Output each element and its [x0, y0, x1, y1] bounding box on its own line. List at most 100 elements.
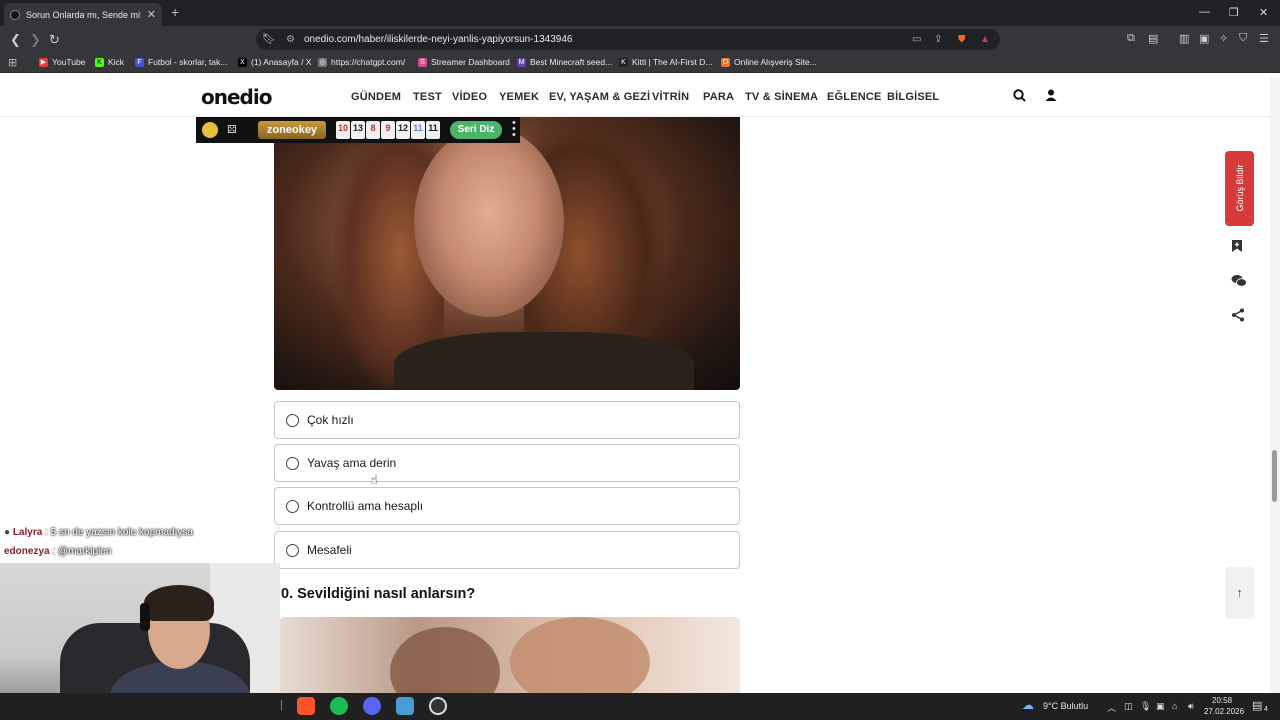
vpn-icon[interactable]: ⛉	[1239, 32, 1247, 45]
radio-icon[interactable]	[286, 499, 299, 513]
nav-test[interactable]: TEST	[413, 91, 442, 103]
share-icon[interactable]	[1231, 308, 1245, 325]
radio-icon[interactable]	[286, 413, 299, 427]
extensions-icon[interactable]: ⧉	[1127, 32, 1135, 45]
bookmark-page-icon[interactable]: 🔖︎	[262, 29, 276, 50]
nav-gundem[interactable]: GÜNDEM	[351, 91, 401, 103]
okey-tile: 12	[396, 121, 410, 139]
chat-message: edonezya : @markiplen	[4, 546, 111, 557]
network-icon[interactable]: ⌂	[1172, 701, 1177, 711]
answer-option[interactable]: Mesafeli	[274, 531, 740, 569]
obs-taskbar-icon[interactable]	[429, 697, 447, 715]
scrollbar-thumb[interactable]	[1272, 450, 1277, 502]
leo-ai-icon[interactable]: ✧	[1219, 32, 1228, 45]
bookmark-kick[interactable]: K Kick	[95, 57, 124, 67]
nav-para[interactable]: PARA	[703, 91, 734, 103]
address-bar[interactable]: 🔖︎ ⚙ onedio.com/haber/iliskilerde-neyi-y…	[256, 29, 1000, 50]
clock-date[interactable]: 27.02.2026	[1204, 707, 1244, 716]
new-tab-button[interactable]: +	[171, 4, 179, 20]
brave-shields-icon[interactable]: ⛊	[958, 29, 966, 50]
radio-icon[interactable]	[286, 456, 299, 470]
bookmark-add-icon[interactable]	[1231, 239, 1243, 256]
okey-tile: 10	[336, 121, 350, 139]
sidebar-icon[interactable]: ▥	[1179, 32, 1189, 45]
bookmark-x[interactable]: X (1) Anasayfa / X	[238, 57, 311, 67]
share-icon[interactable]: ⇪	[934, 29, 942, 50]
bookmark-chatgpt[interactable]: ◎ https://chatgpt.com/	[318, 57, 405, 67]
seri-diz-button[interactable]: Seri Diz	[450, 121, 502, 139]
nav-tv-sinema[interactable]: TV & SİNEMA	[745, 91, 818, 103]
feedback-label: Görüş Bildir	[1235, 164, 1245, 212]
chat-badge-icon: ●	[4, 527, 11, 538]
zoneokey-overlay: ⚄ zoneokey 10 13 8 9 12 11 11 Seri Diz •…	[196, 117, 520, 143]
search-icon[interactable]	[1013, 89, 1026, 105]
answer-option[interactable]: Kontrollü ama hesaplı	[274, 487, 740, 525]
nav-vitrin[interactable]: VİTRİN	[652, 91, 689, 103]
volume-icon[interactable]: 🔊︎	[1188, 701, 1194, 712]
tray-app-icon[interactable]: ◫	[1124, 701, 1133, 712]
reading-list-icon[interactable]: ▤	[1148, 32, 1158, 45]
answer-option[interactable]: Çok hızlı	[274, 401, 740, 439]
tray-display-icon[interactable]: ▣	[1156, 701, 1165, 712]
feedback-button[interactable]: Görüş Bildir	[1225, 151, 1254, 226]
bookmark-minecraft-seeds[interactable]: M Best Minecraft seed...	[517, 57, 612, 67]
menu-icon[interactable]: ☰	[1259, 32, 1269, 45]
brave-taskbar-icon[interactable]	[297, 697, 315, 715]
bookmark-kittl[interactable]: K Kittl | The AI-First D...	[619, 57, 712, 67]
streamer-dashboard-icon: S	[418, 57, 427, 67]
more-options-icon[interactable]: • • •	[512, 118, 516, 141]
reload-icon[interactable]: ↻	[49, 32, 60, 48]
scrollbar[interactable]	[1270, 77, 1280, 693]
dice-icon: ⚄	[227, 124, 237, 136]
close-tab-icon[interactable]: ✕	[147, 8, 156, 21]
radio-icon[interactable]	[286, 543, 299, 557]
clock-time[interactable]: 20:58	[1212, 696, 1232, 705]
user-account-icon[interactable]	[1045, 89, 1057, 104]
restore-window-icon[interactable]: ❐	[1229, 6, 1239, 19]
answer-option-label: Çok hızlı	[307, 413, 354, 427]
nav-video[interactable]: VİDEO	[452, 91, 487, 103]
forward-icon[interactable]: ❯	[30, 32, 41, 48]
notifications-icon[interactable]: ▤	[1252, 699, 1262, 712]
browser-tab-active[interactable]: Sorun Onlarda mı, Sende mi? - O ✕	[4, 3, 162, 26]
minimize-window-icon[interactable]: —	[1199, 6, 1210, 18]
notification-count: 4	[1264, 706, 1268, 713]
site-favicon-icon	[10, 9, 20, 20]
nav-yemek[interactable]: YEMEK	[499, 91, 539, 103]
nav-eglence[interactable]: EĞLENCE	[827, 91, 882, 103]
bookmark-youtube[interactable]: ▶ YouTube	[39, 57, 85, 67]
apps-grid-icon[interactable]: ⊞	[8, 56, 17, 69]
answer-option[interactable]: Yavaş ama derin	[274, 444, 740, 482]
scroll-to-top-button[interactable]: ↑	[1225, 567, 1254, 619]
wallet-icon[interactable]: ▣	[1199, 32, 1209, 45]
microphone-icon[interactable]: 🎙︎	[1140, 701, 1151, 712]
weather-text[interactable]: 9°C Bulutlu	[1043, 701, 1088, 711]
nav-ev-yasam-gezi[interactable]: EV, YAŞAM & GEZİ	[549, 91, 650, 103]
nav-bilgisel[interactable]: BİLGİSEL	[887, 91, 939, 103]
tray-chevron-icon[interactable]: ︿	[1107, 701, 1116, 714]
app-taskbar-icon[interactable]	[396, 697, 414, 715]
bookmark-futbol[interactable]: F Futbol - skorlar, tak...	[135, 57, 227, 67]
onedio-logo[interactable]: onedio	[201, 85, 272, 109]
bookmark-online-alisveris[interactable]: O Online Alışveriş Site...	[721, 57, 817, 67]
weather-cloud-icon[interactable]: ☁	[1022, 698, 1034, 712]
bookmark-streamer-dashboard[interactable]: S Streamer Dashboard	[418, 57, 510, 67]
spotify-taskbar-icon[interactable]	[330, 697, 348, 715]
answer-option-label: Mesafeli	[307, 543, 352, 557]
comments-icon[interactable]	[1231, 274, 1247, 291]
okey-tile: 8	[366, 121, 380, 139]
chatgpt-icon: ◎	[318, 57, 327, 67]
discord-taskbar-icon[interactable]	[363, 697, 381, 715]
youtube-icon: ▶	[39, 57, 48, 67]
cast-icon[interactable]: ▭	[912, 29, 921, 50]
chat-username: Lalyra	[12, 527, 43, 538]
brave-rewards-icon[interactable]: ▲	[980, 29, 990, 50]
site-settings-icon[interactable]: ⚙	[286, 29, 295, 50]
close-window-icon[interactable]: ✕	[1259, 6, 1268, 19]
tab-title: Sorun Onlarda mı, Sende mi? - O	[26, 9, 141, 20]
chat-message: ● Lalyra : 5 sn de yazsın kolu kopmadıys…	[4, 527, 193, 538]
shopping-icon: O	[721, 57, 730, 67]
back-icon[interactable]: ❮	[10, 32, 21, 48]
site-header: onedio GÜNDEM TEST VİDEO YEMEK EV, YAŞAM…	[0, 77, 1270, 117]
okey-tile: 13	[351, 121, 365, 139]
